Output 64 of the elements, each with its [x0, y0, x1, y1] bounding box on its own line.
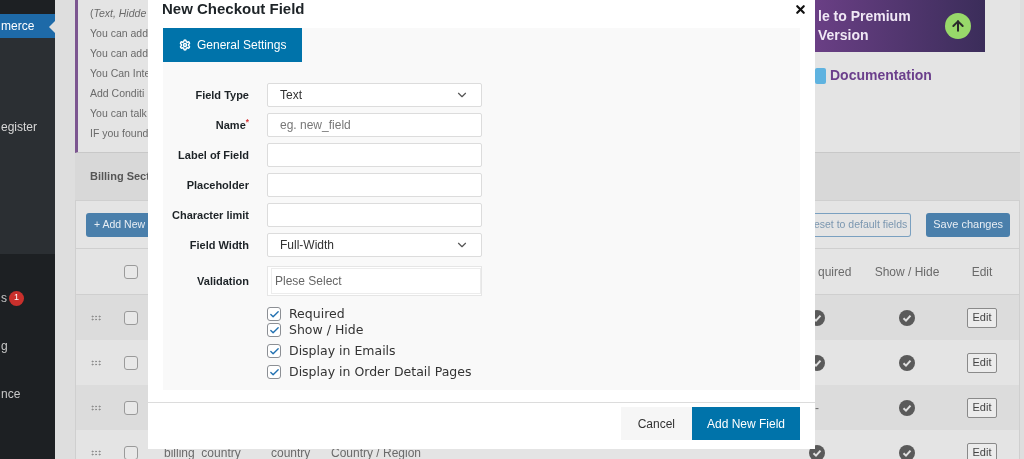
save-changes-button[interactable]: Save changes: [926, 212, 1010, 237]
field-label: Validation: [197, 273, 249, 289]
document-icon: [815, 67, 826, 84]
notification-badge: 1: [9, 290, 24, 306]
checkbox-option[interactable]: Display in Order Detail Pages: [267, 364, 800, 380]
close-icon[interactable]: [794, 2, 807, 16]
sidebar-item[interactable]: s 1: [0, 286, 55, 310]
submenu-item[interactable]: egister: [0, 118, 55, 136]
arrow-up-icon: [945, 13, 971, 39]
checkbox[interactable]: [267, 323, 281, 337]
checkbox[interactable]: [267, 307, 281, 321]
field-label: Field Type: [195, 87, 249, 103]
checkbox-option[interactable]: Show / Hide: [267, 322, 800, 338]
input-field[interactable]: eg. new_field: [267, 113, 482, 137]
row-checkbox[interactable]: [124, 355, 138, 370]
notice-text: (Text, Hidde: [90, 6, 148, 21]
notice-text: Add Conditi: [90, 86, 146, 101]
field-label: Placeholder: [186, 177, 249, 193]
edit-button[interactable]: Edit: [966, 397, 998, 418]
input-field[interactable]: [267, 173, 482, 197]
validation-select-field[interactable]: Plese Select: [267, 266, 482, 296]
check-circle-icon: [899, 354, 915, 371]
select-field[interactable]: Full-Width: [267, 233, 482, 257]
sidebar-item[interactable]: g: [0, 334, 55, 358]
row-checkbox[interactable]: [124, 445, 138, 459]
sidebar-item[interactable]: merce: [0, 14, 55, 38]
modal-title: New Checkout Field: [162, 0, 305, 19]
column-header: Show / Hide: [874, 263, 940, 281]
cancel-button[interactable]: Cancel: [620, 407, 692, 440]
banner-text: le to Premium: [818, 7, 911, 26]
sidebar-item[interactable]: nce: [0, 382, 55, 406]
checkbox-option[interactable]: Display in Emails: [267, 343, 800, 359]
checkbox-option[interactable]: Required: [267, 306, 800, 322]
column-header: Edit: [971, 263, 993, 281]
column-header: quired: [818, 263, 852, 281]
add-new-field-button[interactable]: Add New Field: [692, 407, 800, 440]
table-cell-text: -: [815, 399, 819, 417]
edit-button[interactable]: Edit: [966, 442, 998, 459]
check-circle-icon: [899, 399, 915, 416]
checkbox[interactable]: [267, 365, 281, 379]
check-circle-icon: [899, 309, 915, 326]
input-field[interactable]: [267, 143, 482, 167]
field-label: Name$^{*}$: [215, 116, 249, 133]
field-label: Field Width: [189, 237, 249, 253]
row-checkbox[interactable]: [124, 310, 138, 325]
field-label: Label of Field: [178, 147, 249, 163]
input-field[interactable]: [267, 203, 482, 227]
documentation-link[interactable]: Documentation: [830, 65, 932, 86]
select-all-checkbox[interactable]: [124, 264, 138, 279]
notice-text: You can talk: [90, 106, 148, 121]
table-cell: country: [271, 445, 311, 459]
settings-tab[interactable]: General Settings: [163, 28, 303, 62]
edit-button[interactable]: Edit: [966, 352, 998, 373]
row-checkbox[interactable]: [124, 400, 138, 415]
select-field[interactable]: Text: [267, 83, 482, 107]
notice-text: IF you found: [90, 126, 150, 141]
edit-button[interactable]: Edit: [966, 307, 998, 328]
field-label: Character limit: [171, 207, 249, 223]
notice-text: You can add: [90, 26, 149, 41]
notice-text: You can add: [90, 46, 149, 61]
banner-text: Version: [818, 26, 870, 45]
settings-icon: [179, 39, 191, 51]
premium-banner[interactable]: le to Premium Version: [815, 0, 985, 52]
checkbox[interactable]: [267, 344, 281, 358]
